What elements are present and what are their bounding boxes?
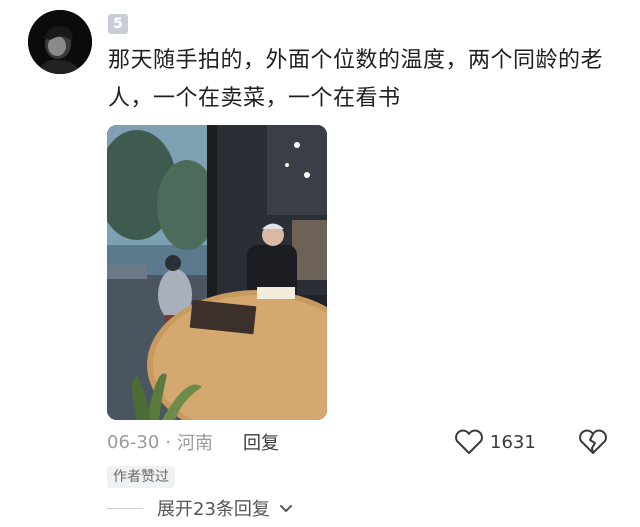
- comment-location: 河南: [177, 433, 214, 454]
- reply-button[interactable]: 回复: [243, 429, 279, 455]
- photo-image: [107, 125, 327, 420]
- chevron-down-icon: [279, 505, 292, 512]
- comment-text: 那天随手拍的，外面个位数的温度，两个同龄的老人，一个在卖菜，一个在看书: [108, 48, 604, 111]
- comment-meta: 06-30 · 河南 回复: [107, 428, 279, 456]
- user-level-badge: 5: [108, 14, 128, 34]
- comment-photo[interactable]: [107, 125, 327, 420]
- expand-replies-label: 展开23条回复: [157, 499, 270, 520]
- broken-heart-icon: [579, 429, 607, 454]
- meta-separator: ·: [165, 431, 172, 453]
- like-button[interactable]: 1631: [454, 428, 536, 456]
- heart-outline-icon: [455, 429, 483, 454]
- divider-line: [107, 507, 143, 509]
- like-count: 1631: [490, 431, 536, 453]
- avatar-image: [28, 10, 92, 74]
- expand-replies-button[interactable]: 展开23条回复: [107, 496, 294, 520]
- avatar[interactable]: [28, 10, 92, 74]
- dislike-button[interactable]: [578, 428, 608, 456]
- comment-date: 06-30: [107, 431, 160, 453]
- author-liked-tag: 作者赞过: [107, 466, 175, 488]
